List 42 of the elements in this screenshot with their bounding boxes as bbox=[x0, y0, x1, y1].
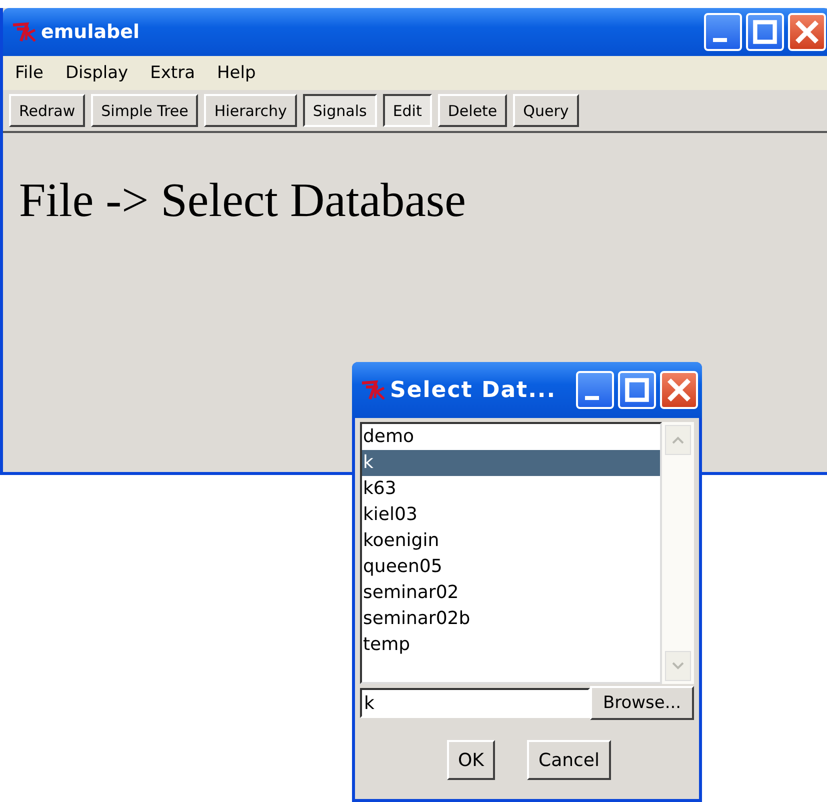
message-text: File -> Select Database bbox=[19, 173, 467, 228]
menu-item[interactable]: File bbox=[15, 63, 44, 83]
toolbar-button[interactable]: Delete bbox=[438, 94, 508, 127]
menu-item[interactable]: Display bbox=[65, 63, 128, 83]
window-title: emulabel bbox=[41, 21, 141, 43]
toolbar-button[interactable]: Edit bbox=[382, 94, 432, 127]
minimize-icon bbox=[713, 38, 727, 42]
close-icon bbox=[665, 376, 693, 404]
maximize-button[interactable] bbox=[618, 371, 656, 409]
list-item[interactable]: temp bbox=[362, 632, 660, 658]
close-button[interactable] bbox=[788, 13, 826, 51]
minimize-icon bbox=[585, 396, 599, 400]
browse-button[interactable]: Browse... bbox=[590, 686, 694, 720]
database-list[interactable]: demo k k63 kiel03 koenigin queen05 seminar02 seminar02b temp bbox=[360, 422, 662, 684]
close-icon bbox=[793, 18, 821, 46]
tk-logo-icon bbox=[360, 379, 386, 401]
toolbar-button[interactable]: Hierarchy bbox=[204, 94, 297, 127]
menu-item[interactable]: Help bbox=[217, 63, 256, 83]
menu-item[interactable]: Extra bbox=[150, 63, 195, 83]
list-item[interactable]: kiel03 bbox=[362, 502, 660, 528]
minimize-button[interactable] bbox=[704, 13, 742, 51]
toolbar-button[interactable]: Simple Tree bbox=[91, 94, 198, 127]
ok-button[interactable]: OK bbox=[447, 740, 495, 780]
window-title: Select Dat... bbox=[390, 378, 558, 402]
toolbar-button[interactable]: Signals bbox=[302, 94, 377, 127]
minimize-button[interactable] bbox=[576, 371, 614, 409]
close-button[interactable] bbox=[660, 371, 698, 409]
toolbar-button[interactable]: Query bbox=[513, 94, 579, 127]
list-item[interactable]: koenigin bbox=[362, 528, 660, 554]
maximize-button[interactable] bbox=[746, 13, 784, 51]
toolbar-button[interactable]: Redraw bbox=[9, 94, 86, 127]
database-field[interactable]: k bbox=[360, 688, 590, 718]
list-item[interactable]: seminar02b bbox=[362, 606, 660, 632]
list-item[interactable]: seminar02 bbox=[362, 580, 660, 606]
maximize-icon bbox=[751, 18, 779, 46]
list-item[interactable]: queen05 bbox=[362, 554, 660, 580]
cancel-button[interactable]: Cancel bbox=[527, 740, 611, 780]
list-item[interactable]: k63 bbox=[362, 476, 660, 502]
list-item[interactable]: demo bbox=[362, 424, 660, 450]
list-item[interactable]: k bbox=[362, 450, 660, 476]
tk-logo-icon bbox=[11, 21, 37, 43]
maximize-icon bbox=[623, 376, 651, 404]
